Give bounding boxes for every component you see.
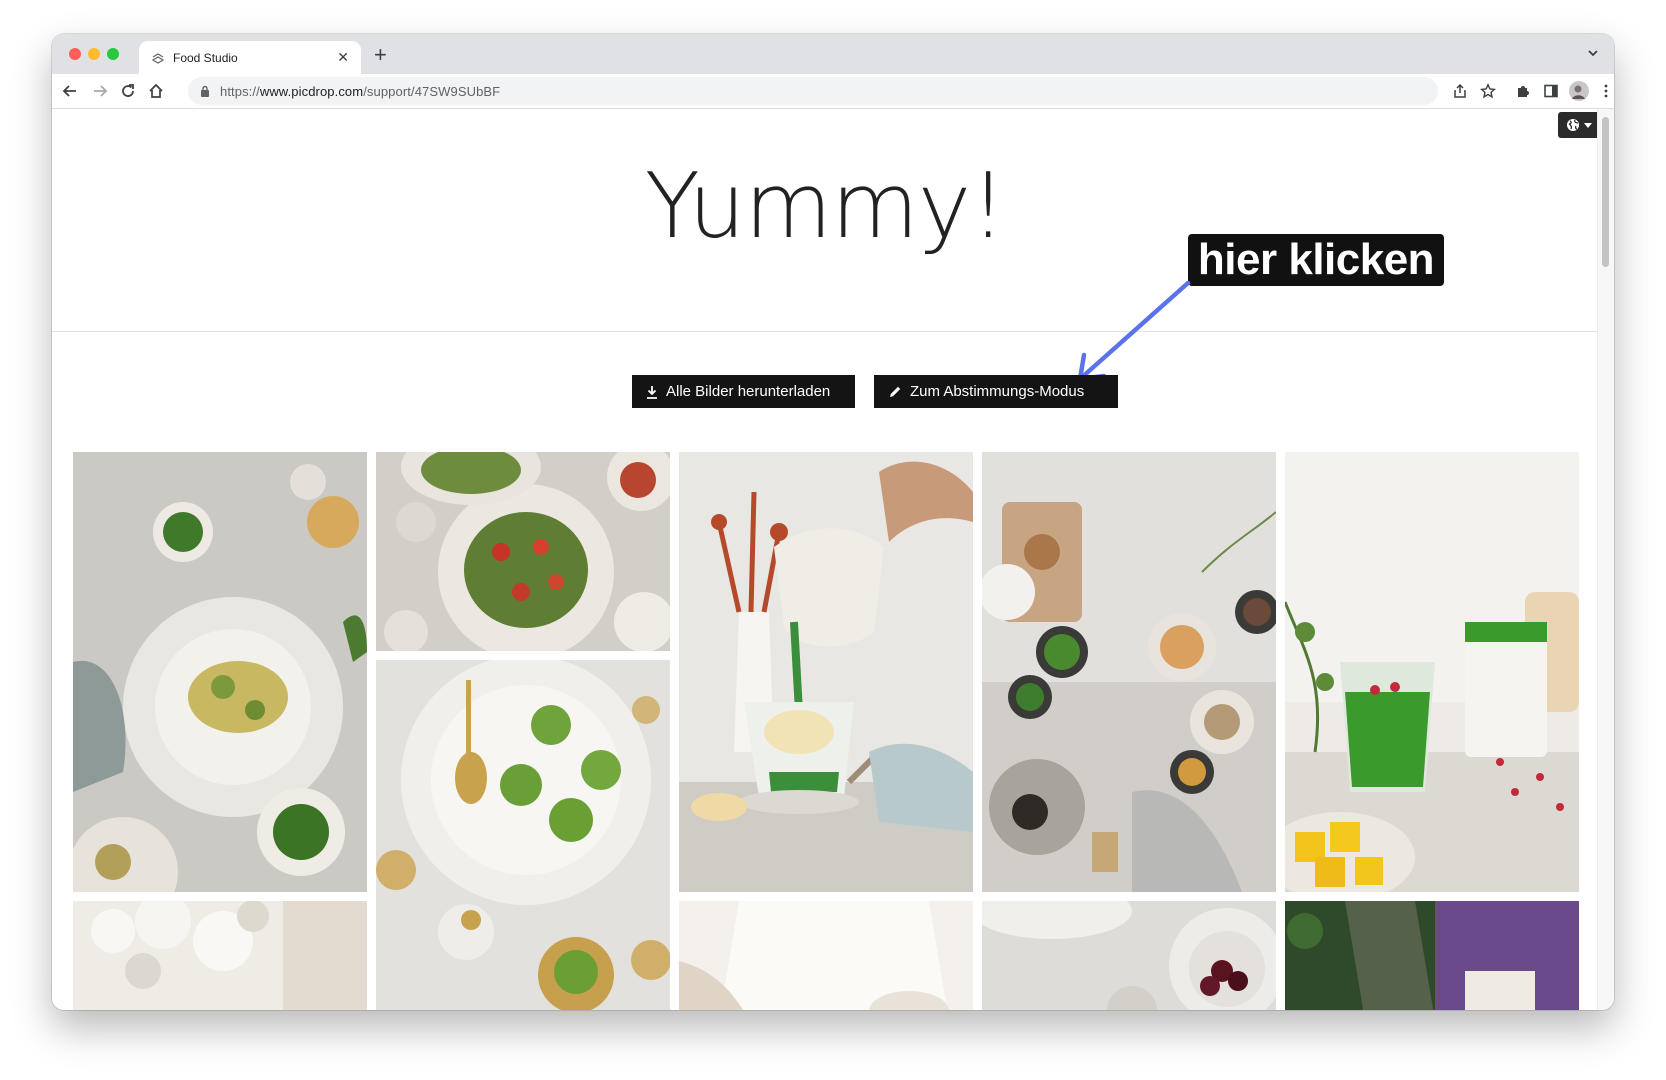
photo-matcha-balls-gold-cups[interactable] <box>376 660 670 1010</box>
download-all-label: Alle Bilder herunterladen <box>666 383 831 400</box>
reload-icon[interactable] <box>120 83 136 99</box>
lock-icon <box>201 85 209 97</box>
photo-image <box>982 452 1276 892</box>
photo-matcha-ingredients-flatlay[interactable] <box>982 452 1276 892</box>
page-scrollbar[interactable] <box>1597 109 1614 1010</box>
photo-image <box>376 660 670 1010</box>
photo-image <box>376 452 670 651</box>
maximize-window-button[interactable] <box>107 48 119 60</box>
annotation-callout: hier klicken <box>1188 234 1444 286</box>
photo-person-white-shirt[interactable] <box>679 901 973 1010</box>
close-window-button[interactable] <box>69 48 81 60</box>
back-icon[interactable] <box>62 83 78 99</box>
header-divider <box>52 331 1598 332</box>
photo-matcha-ice-cream-pour[interactable] <box>679 452 973 892</box>
language-selector-button[interactable] <box>1558 112 1598 138</box>
voting-mode-label: Zum Abstimmungs-Modus <box>910 383 1085 400</box>
new-tab-icon[interactable]: + <box>374 42 387 68</box>
photo-white-blossoms[interactable] <box>73 901 367 1010</box>
side-panel-icon[interactable] <box>1543 83 1559 99</box>
menu-dots-icon[interactable] <box>1598 83 1614 99</box>
photo-image <box>73 901 367 1010</box>
photo-green-smoothie-mango[interactable] <box>1285 452 1579 892</box>
voting-mode-button[interactable]: Zum Abstimmungs-Modus <box>874 375 1118 408</box>
url-path: /support/47SW9SUbBF <box>363 83 501 99</box>
photo-spinach-tagliatelle-tomatoes[interactable] <box>376 452 670 651</box>
photo-cherries-bowl[interactable] <box>982 901 1276 1010</box>
download-all-button[interactable]: Alle Bilder herunterladen <box>632 375 855 408</box>
tab-title: Food Studio <box>173 50 238 65</box>
caret-down-icon <box>1584 122 1592 128</box>
page-content: Yummy! hier klicken Alle Bilder herunter… <box>52 109 1598 1010</box>
profile-avatar[interactable] <box>1569 81 1589 101</box>
tab-food-studio[interactable]: Food Studio ✕ <box>139 41 361 74</box>
address-bar[interactable]: https://www.picdrop.com/support/47SW9SUb… <box>188 77 1438 105</box>
photo-image <box>73 452 367 892</box>
photo-person-purple-apron[interactable] <box>1285 901 1579 1010</box>
scrollbar-thumb[interactable] <box>1602 117 1609 267</box>
extensions-icon[interactable] <box>1515 83 1531 99</box>
home-icon[interactable] <box>148 83 164 99</box>
pencil-icon <box>890 386 901 397</box>
browser-toolbar: https://www.picdrop.com/support/47SW9SUb… <box>52 74 1614 109</box>
photo-image <box>982 901 1276 1010</box>
share-icon[interactable] <box>1452 83 1468 99</box>
download-icon <box>647 385 657 399</box>
browser-window: Food Studio ✕ + https://www.picdrop.com/… <box>52 34 1614 1010</box>
photo-image <box>679 452 973 892</box>
forward-icon[interactable] <box>92 83 108 99</box>
photo-image <box>679 901 973 1010</box>
minimize-window-button[interactable] <box>88 48 100 60</box>
bookmark-star-icon[interactable] <box>1480 83 1496 99</box>
close-tab-icon[interactable]: ✕ <box>337 49 349 66</box>
url-host: www.picdrop.com <box>259 83 364 99</box>
photo-pasta-gnocchi-pesto[interactable] <box>73 452 367 892</box>
tab-strip: Food Studio ✕ + <box>52 34 1614 74</box>
favicon-icon <box>151 52 165 64</box>
chevron-down-icon[interactable] <box>1586 46 1600 60</box>
photo-image <box>1285 901 1579 1010</box>
url-text: https://www.picdrop.com/support/47SW9SUb… <box>220 84 500 99</box>
photo-image <box>1285 452 1579 892</box>
annotation-arrow-icon <box>1077 280 1191 382</box>
url-scheme: https:// <box>220 83 260 99</box>
globe-icon <box>1567 119 1579 131</box>
